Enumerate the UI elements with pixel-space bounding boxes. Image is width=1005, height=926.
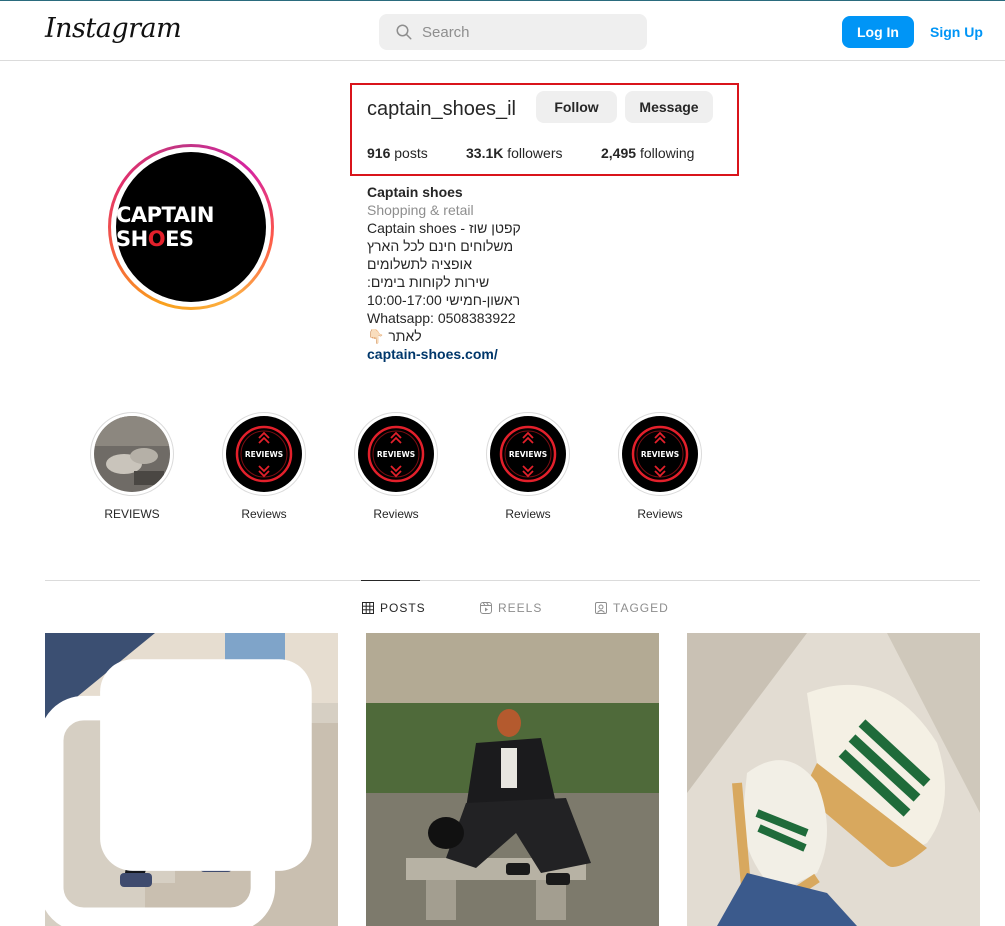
active-tab-indicator xyxy=(361,580,420,581)
svg-text:REVIEWS: REVIEWS xyxy=(245,450,283,459)
bio-category: Shopping & retail xyxy=(367,202,474,218)
follow-button[interactable]: Follow xyxy=(536,91,617,123)
tab-label: REELS xyxy=(498,601,543,615)
profile-bio: Captain shoes Shopping & retail Captain … xyxy=(367,183,521,363)
log-in-button[interactable]: Log In xyxy=(842,16,914,48)
reviews-badge-icon: REVIEWS xyxy=(226,416,302,492)
grid-icon xyxy=(362,602,374,614)
story-highlight[interactable]: REVIEWS Reviews xyxy=(618,412,702,521)
instagram-logo[interactable]: Instagram xyxy=(45,13,182,44)
highlight-thumbnail: REVIEWS xyxy=(358,416,434,492)
highlight-thumbnail: REVIEWS xyxy=(490,416,566,492)
search-input[interactable] xyxy=(422,14,632,50)
story-highlight[interactable]: REVIEWS xyxy=(90,412,174,521)
highlight-label: REVIEWS xyxy=(104,507,160,521)
post-thumbnail[interactable] xyxy=(45,633,338,926)
sign-up-link[interactable]: Sign Up xyxy=(930,24,983,40)
tab-label: TAGGED xyxy=(613,601,669,615)
highlight-label: Reviews xyxy=(241,507,287,521)
story-highlight[interactable]: REVIEWS Reviews xyxy=(354,412,438,521)
highlight-thumbnail: REVIEWS xyxy=(622,416,698,492)
story-highlight[interactable]: REVIEWS Reviews xyxy=(486,412,570,521)
highlight-ring: REVIEWS xyxy=(486,412,570,496)
profile-avatar: CAPTAIN SHOES xyxy=(116,152,266,302)
bio-line: Captain shoes - קפטן שוז xyxy=(367,220,521,236)
reels-icon xyxy=(480,602,492,614)
reviews-badge-icon: REVIEWS xyxy=(358,416,434,492)
bio-website-link[interactable]: captain-shoes.com/ xyxy=(367,345,521,363)
highlight-label: Reviews xyxy=(505,507,551,521)
avatar-gap: CAPTAIN SHOES xyxy=(111,147,271,307)
followers-count-stat[interactable]: 33.1K followers xyxy=(466,145,563,161)
tabs-divider xyxy=(45,580,980,581)
top-navigation-bar: Instagram Log In Sign Up xyxy=(0,0,1005,61)
message-button[interactable]: Message xyxy=(625,91,713,123)
tab-tagged[interactable]: TAGGED xyxy=(595,601,669,615)
bio-line: אופציה לתשלומים xyxy=(367,256,472,272)
profile-username: captain_shoes_il xyxy=(367,98,516,120)
highlight-label: Reviews xyxy=(637,507,683,521)
bio-line: לאתר 👇🏻 xyxy=(367,328,422,344)
reviews-badge-icon: REVIEWS xyxy=(490,416,566,492)
posts-count-stat: 916 posts xyxy=(367,145,428,161)
highlight-ring: REVIEWS xyxy=(222,412,306,496)
post-thumbnail[interactable] xyxy=(687,633,980,926)
highlight-label: Reviews xyxy=(373,507,419,521)
highlight-thumbnail xyxy=(94,416,170,492)
tab-posts[interactable]: POSTS xyxy=(362,601,426,615)
avatar-brand-logo: CAPTAIN SHOES xyxy=(116,203,214,251)
highlight-ring xyxy=(90,412,174,496)
svg-text:REVIEWS: REVIEWS xyxy=(377,450,415,459)
svg-text:REVIEWS: REVIEWS xyxy=(509,450,547,459)
highlight-ring: REVIEWS xyxy=(354,412,438,496)
tab-label: POSTS xyxy=(380,601,426,615)
search-box[interactable] xyxy=(379,14,647,50)
bio-line: משלוחים חינם לכל הארץ xyxy=(367,238,514,254)
search-icon xyxy=(396,24,412,40)
tagged-icon xyxy=(595,602,607,614)
highlight-thumbnail: REVIEWS xyxy=(226,416,302,492)
svg-text:REVIEWS: REVIEWS xyxy=(641,450,679,459)
post-thumbnail[interactable] xyxy=(366,633,659,926)
highlight-ring: REVIEWS xyxy=(618,412,702,496)
bio-line: שירות לקוחות בימים: xyxy=(367,274,490,290)
story-highlight[interactable]: REVIEWS Reviews xyxy=(222,412,306,521)
profile-avatar-ring[interactable]: CAPTAIN SHOES xyxy=(108,144,274,310)
bio-line: Whatsapp: 0508383922 xyxy=(367,310,516,326)
following-count-stat[interactable]: 2,495 following xyxy=(601,145,694,161)
photo-thumbnail-icon xyxy=(94,416,170,492)
tab-reels[interactable]: REELS xyxy=(480,601,542,615)
post-image xyxy=(687,633,980,926)
reviews-badge-icon: REVIEWS xyxy=(622,416,698,492)
bio-display-name: Captain shoes xyxy=(367,184,463,200)
bio-line: ראשון-חמישי 10:00-17:00 xyxy=(367,292,521,308)
post-image xyxy=(366,633,659,926)
carousel-icon xyxy=(45,659,312,926)
